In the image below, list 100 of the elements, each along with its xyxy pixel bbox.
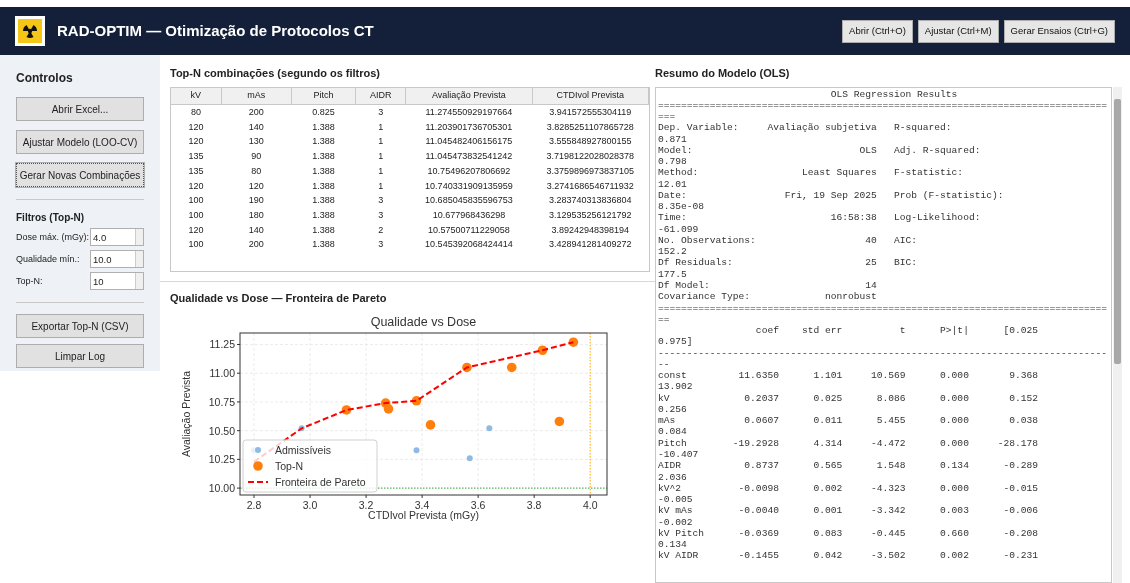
table-cell-text: 3.3759896973837105 bbox=[545, 164, 636, 178]
table-cell-text: 1 bbox=[377, 150, 385, 164]
table-cell-text: 135 bbox=[187, 164, 205, 178]
tick-label: 10.25 bbox=[208, 453, 235, 466]
table-cell-text: 3.2741686546711932 bbox=[545, 179, 635, 193]
tick-label: 2.8 bbox=[246, 499, 262, 511]
table-cell-text: 100 bbox=[187, 238, 205, 252]
table-cell-text: 120 bbox=[187, 120, 205, 134]
table-cell-text: 120 bbox=[187, 135, 205, 149]
text-line: Covariance Type: nonrobust bbox=[658, 291, 878, 303]
table-cell-text: 1.388 bbox=[311, 238, 336, 252]
text-line: 0.134 bbox=[658, 539, 688, 551]
section-title: Filtros (Top-N) bbox=[16, 211, 86, 225]
axis-label: Avaliação Prevista bbox=[180, 370, 192, 458]
table-cell-text: 200 bbox=[247, 238, 265, 252]
text-line: 0.871 bbox=[658, 133, 688, 145]
text-line: == bbox=[658, 313, 671, 326]
table-cell-text: 1.388 bbox=[311, 164, 336, 178]
table-cell-text: 120 bbox=[247, 179, 265, 193]
table-cell-text: 1 bbox=[377, 164, 385, 178]
table-cell-text: 3.8285251107865728 bbox=[545, 120, 635, 134]
table-cell-text: 10.57500711229058 bbox=[426, 223, 511, 237]
table-cell-text: 2 bbox=[377, 223, 385, 237]
table-cell-text: 140 bbox=[247, 120, 265, 134]
table-cell: 0.825 bbox=[291, 104, 356, 120]
table-cell-text: 1.388 bbox=[311, 120, 336, 134]
text-line: 177.5 bbox=[658, 268, 688, 280]
table-cell-text: 1.388 bbox=[311, 135, 336, 149]
table-cell-text: 3 bbox=[377, 238, 385, 252]
table-cell-text: 3 bbox=[377, 194, 385, 208]
table-cell: 11.274550929197664 bbox=[405, 104, 533, 120]
table-cell-text: 80 bbox=[250, 164, 263, 178]
text-line: ------------------------------------------------------------------------------ bbox=[658, 347, 1109, 359]
text-line: Pitch -19.2928 4.314 -4.472 0.000 -28.178 bbox=[658, 437, 1039, 449]
table-cell-text: 10.677968436298 bbox=[431, 208, 507, 222]
text-line: No. Observations: 40 AIC: bbox=[658, 234, 919, 247]
text-line: -- bbox=[658, 358, 671, 371]
tick-label: 10.75 bbox=[208, 395, 235, 408]
table-cell-text: 11.045482406156175 bbox=[424, 135, 514, 149]
text-line: Df Residuals: 25 BIC: bbox=[658, 257, 919, 269]
chart-title: Qualidade vs Dose bbox=[370, 315, 477, 329]
table-cell-text: 3 bbox=[377, 208, 385, 222]
tick-label: 3.2 bbox=[358, 499, 374, 511]
text-line: 8.35e-08 bbox=[658, 201, 706, 213]
tick-label: 10.00 bbox=[208, 482, 235, 495]
text-line: Df Model: 14 bbox=[658, 280, 878, 292]
table-cell-text: 130 bbox=[247, 135, 265, 149]
table-cell-text: 140 bbox=[247, 223, 265, 237]
table-cell-text: 1.388 bbox=[311, 179, 336, 193]
text-line: ============================================================================== bbox=[658, 302, 1109, 314]
table-cell-text: 1 bbox=[377, 120, 385, 134]
table-cell-text: 1.388 bbox=[311, 150, 336, 164]
table-cell-text: 3.89242948398194 bbox=[550, 223, 631, 237]
field-label: Top-N: bbox=[16, 275, 43, 288]
table-cell-text: 10.740331909135959 bbox=[424, 179, 514, 193]
text-line: Dep. Variable: Avaliação subjetiva R-squared: bbox=[658, 122, 953, 134]
table-cell-text: 100 bbox=[187, 208, 205, 222]
table-cell-text: 10.545392068424414 bbox=[424, 238, 514, 252]
table-cell-text: 1.388 bbox=[311, 208, 336, 222]
tick-label: 3.6 bbox=[470, 499, 486, 511]
tick-label: 3.4 bbox=[414, 499, 430, 511]
text-line: const 11.6350 1.101 10.569 0.000 9.368 bbox=[658, 370, 1039, 382]
table-cell-text: 120 bbox=[187, 179, 205, 193]
table-cell-text: 3.129535256121792 bbox=[548, 208, 633, 222]
table-cell-text: 11.203901736705301 bbox=[424, 120, 514, 134]
field-label: Qualidade mín.: bbox=[16, 253, 80, 266]
text-line: -10.407 bbox=[658, 449, 700, 461]
table-cell-text: 10.685045835596753 bbox=[424, 194, 514, 208]
text-line: kV Pitch -0.0369 0.083 -0.445 0.660 -0.208 bbox=[658, 527, 1039, 540]
table-cell-text: 1 bbox=[377, 135, 385, 149]
text-line: Time: 16:58:38 Log-Likelihood: bbox=[658, 212, 982, 224]
text-line: 0.798 bbox=[658, 156, 688, 168]
table-cell: 3 bbox=[355, 104, 406, 120]
section-title: Qualidade vs Dose — Fronteira de Pareto bbox=[170, 290, 388, 306]
legend-label: Top-N bbox=[275, 460, 303, 472]
text-line: Date: Fri, 19 Sep 2025 Prob (F-statistic): bbox=[658, 189, 1005, 202]
table-cell-text: 1.388 bbox=[311, 223, 336, 237]
text-line: kV mAs -0.0040 0.001 -3.342 0.003 -0.006 bbox=[658, 505, 1039, 517]
text-line: mAs 0.0607 0.011 5.455 0.000 0.038 bbox=[658, 415, 1039, 427]
text-line: kV 0.2037 0.025 8.086 0.000 0.152 bbox=[658, 392, 1039, 404]
table-cell-text: 190 bbox=[247, 194, 265, 208]
table-cell-text: 1.388 bbox=[311, 194, 336, 208]
table-cell-text: 10.75496207806692 bbox=[426, 164, 512, 178]
tick-label: 3.8 bbox=[526, 499, 542, 511]
text-line: -0.002 bbox=[658, 516, 694, 528]
table-cell-text: 11.045473832541242 bbox=[424, 150, 514, 164]
text-line: === bbox=[658, 111, 677, 123]
table-cell: 80 bbox=[171, 104, 222, 120]
tick-label: 10.50 bbox=[208, 424, 235, 437]
tick-label: 11.00 bbox=[209, 367, 235, 380]
table-cell-text: 135 bbox=[187, 150, 205, 164]
text-line: Model: OLS Adj. R-squared: bbox=[658, 144, 982, 157]
table-cell-text: 3.283740313836804 bbox=[548, 194, 633, 208]
table-cell-text: 3.555848927800155 bbox=[548, 135, 633, 149]
section-title: Top-N combinações (segundo os filtros) bbox=[170, 66, 382, 81]
legend-label: Admissíveis bbox=[275, 444, 331, 456]
text-line: 0.084 bbox=[658, 426, 688, 438]
tick-label: 11.25 bbox=[209, 338, 235, 351]
table-cell-text: 90 bbox=[250, 150, 263, 164]
table-cell-text: 3.7198122028028378 bbox=[545, 150, 636, 164]
